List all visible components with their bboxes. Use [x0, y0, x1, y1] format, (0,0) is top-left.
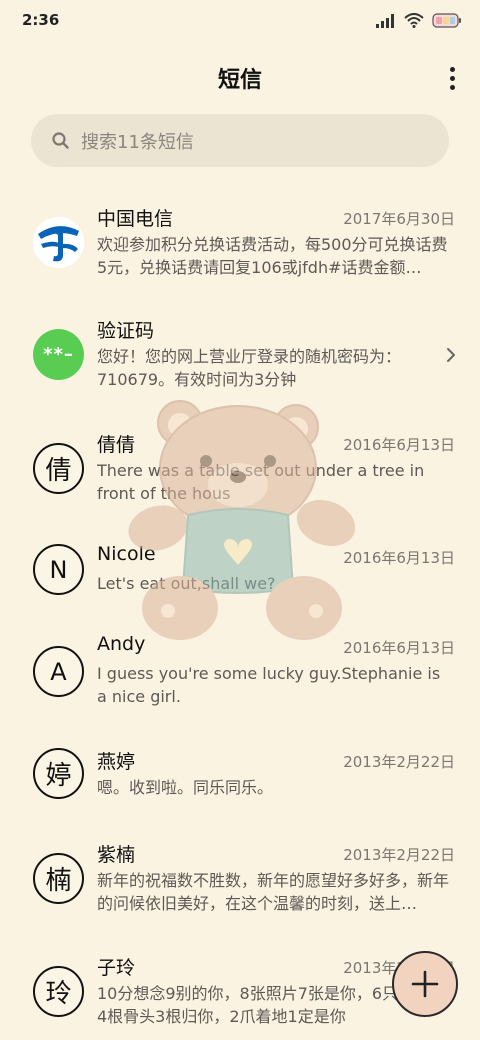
conversation-item[interactable]: 婷 燕婷 2013年2月22日 嗯。收到啦。同乐同乐。 [0, 733, 480, 823]
more-dot-icon [449, 84, 455, 90]
conversation-item[interactable]: A Andy 2016年6月13日 I guess you're some lu… [0, 619, 480, 719]
status-icons [376, 13, 462, 28]
signal-icon [376, 13, 394, 28]
message-preview: There was a table set out under a tree i… [97, 461, 425, 503]
search-icon [52, 131, 69, 149]
message-date: 2017年6月30日 [343, 210, 455, 228]
new-message-button[interactable] [392, 951, 458, 1017]
sender-name: 中国电信 [97, 208, 174, 230]
avatar: A [33, 646, 84, 697]
avatar: N [33, 544, 84, 595]
page-title: 短信 [217, 68, 262, 93]
conversation-item[interactable]: 楠 紫楠 2013年2月22日 新年的祝福数不胜数，新年的愿望好多好多，新年的问… [0, 826, 480, 926]
sender-name: 燕婷 [97, 751, 136, 773]
more-dot-icon [449, 75, 455, 81]
sender-name: Andy [97, 633, 146, 655]
message-preview: 您好！您的网上营业厅登录的随机密码为：710679。有效时间为3分钟 [97, 347, 402, 389]
conversation-item[interactable]: **– 验证码 您好！您的网上营业厅登录的随机密码为：710679。有效时间为3… [0, 302, 480, 402]
messages-screen: 2:36 短信 搜索11条短信 中国电信 2017年6月30日 欢迎参加积分兑换… [0, 0, 480, 1040]
sender-name: 子玲 [97, 957, 136, 979]
avatar: 倩 [33, 443, 84, 494]
avatar: 楠 [33, 853, 84, 904]
message-date: 2016年6月13日 [343, 549, 455, 567]
more-options-button[interactable] [444, 64, 460, 92]
chevron-right-icon[interactable] [446, 347, 456, 363]
avatar [33, 217, 84, 268]
message-preview: 新年的祝福数不胜数，新年的愿望好多好多，新年的问候依旧美好，在这个温馨的时刻，送… [97, 871, 450, 913]
status-time: 2:36 [22, 11, 60, 29]
search-placeholder: 搜索11条短信 [81, 131, 194, 153]
message-date: 2016年6月13日 [343, 639, 455, 657]
plus-icon [411, 970, 439, 998]
message-date: 2013年2月22日 [343, 846, 455, 864]
message-preview: I guess you're some lucky guy.Stephanie … [97, 664, 441, 706]
battery-icon [432, 13, 461, 28]
avatar: 玲 [33, 966, 84, 1017]
sender-name: 验证码 [97, 320, 155, 342]
message-preview: Let's eat out,shall we? [97, 574, 276, 593]
sender-name: 紫楠 [97, 844, 136, 866]
status-bar: 2:36 [0, 0, 480, 44]
search-input[interactable]: 搜索11条短信 [31, 114, 449, 167]
avatar: 婷 [33, 748, 84, 799]
sender-name: 倩倩 [97, 434, 136, 456]
wifi-icon [404, 13, 424, 28]
sender-name: Nicole [97, 543, 156, 565]
message-preview: 欢迎参加积分兑换话费活动，每500分可兑换话费5元，兑换话费请回复106或jfd… [97, 235, 448, 277]
message-date: 2016年6月13日 [343, 436, 455, 454]
avatar: **– [33, 329, 84, 380]
more-dot-icon [449, 66, 455, 72]
conversation-item[interactable]: 中国电信 2017年6月30日 欢迎参加积分兑换话费活动，每500分可兑换话费5… [0, 190, 480, 290]
conversation-item[interactable]: 倩 倩倩 2016年6月13日 There was a table set ou… [0, 416, 480, 516]
conversation-item[interactable]: N Nicole 2016年6月13日 Let's eat out,shall … [0, 529, 480, 619]
message-preview: 嗯。收到啦。同乐同乐。 [97, 778, 274, 797]
china-telecom-logo-icon [33, 217, 84, 268]
message-date: 2013年2月22日 [343, 753, 455, 771]
